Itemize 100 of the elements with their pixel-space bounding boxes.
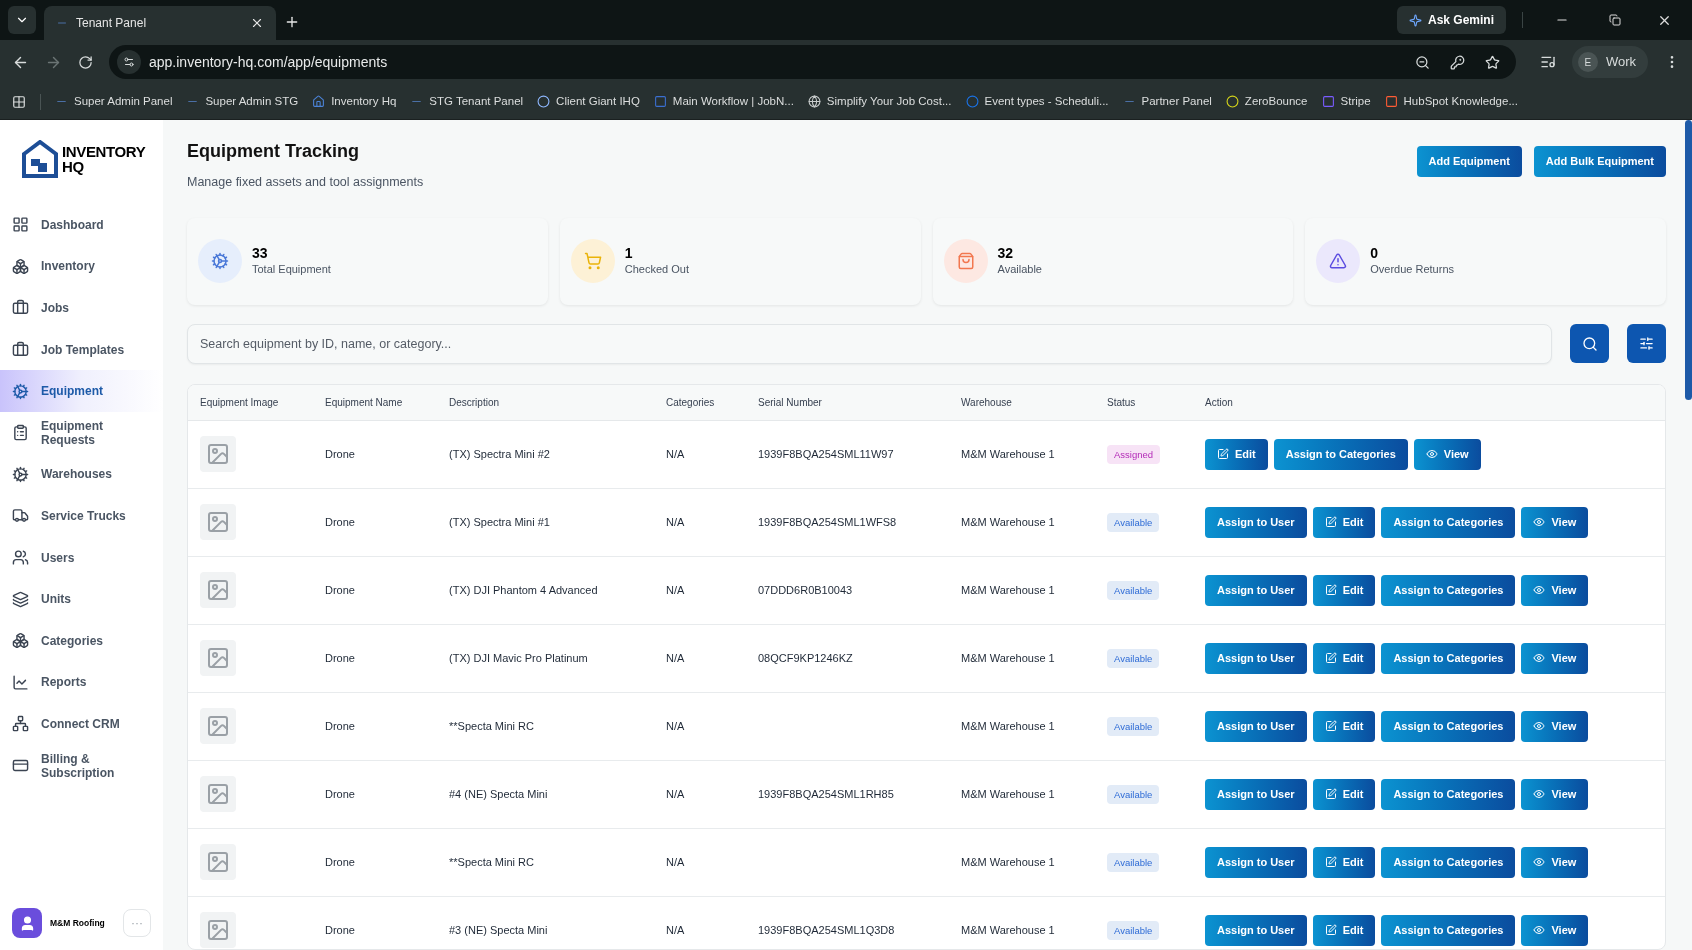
bookmark[interactable]: Partner Panel — [1122, 92, 1212, 111]
edit-button[interactable]: Edit — [1312, 574, 1376, 606]
circle-icon — [1225, 95, 1239, 108]
view-button[interactable]: View — [1413, 438, 1481, 470]
nav-item[interactable]: Equipment Requests — [0, 411, 163, 454]
view-button[interactable]: View — [1521, 710, 1589, 742]
bookmark[interactable]: Inventory Hq — [312, 92, 397, 111]
add-bulk-equipment-button[interactable]: Add Bulk Equipment — [1533, 146, 1666, 177]
table-cell-text: Drone — [325, 923, 356, 938]
square-icon — [1384, 95, 1398, 108]
credit-card-icon — [12, 757, 29, 774]
nav-item[interactable]: Jobs — [0, 287, 163, 329]
add-equipment-button[interactable]: Add Equipment — [1416, 146, 1522, 177]
table-cell-text: Drone — [325, 651, 356, 666]
edit-button[interactable]: Edit — [1312, 846, 1376, 878]
address-bar[interactable]: app.inventory-hq.com/app/equipments — [109, 45, 1516, 79]
close-icon[interactable] — [250, 16, 264, 30]
key-icon[interactable] — [1449, 54, 1465, 70]
table-cell-text: N/A — [666, 787, 686, 802]
layers-icon — [12, 590, 29, 608]
status-badge: Available — [1107, 853, 1160, 872]
edit-button[interactable]: Edit — [1312, 778, 1376, 810]
bookmark[interactable]: Super Admin Panel — [55, 92, 173, 111]
new-tab-icon[interactable] — [284, 14, 300, 30]
edit-button[interactable]: Edit — [1312, 710, 1376, 742]
gear-icon — [12, 465, 29, 483]
status-badge: Available — [1107, 649, 1160, 668]
stat-value: 1 — [624, 245, 634, 261]
nav-item[interactable]: Job Templates — [0, 328, 163, 371]
grid-icon — [12, 216, 29, 234]
star-icon[interactable] — [1484, 54, 1500, 70]
bookmark[interactable]: STG Tenant Panel — [410, 92, 524, 111]
column-header: Serial Number — [758, 395, 823, 410]
tab-list-button[interactable] — [8, 6, 36, 34]
assign-categories-button[interactable]: Assign to Categories — [1381, 506, 1516, 538]
assign-user-button[interactable]: Assign to User — [1205, 574, 1307, 606]
nav-item[interactable]: Dashboard — [0, 204, 163, 246]
reload-icon[interactable] — [78, 54, 93, 70]
edit-button[interactable]: Edit — [1312, 642, 1376, 674]
assign-categories-button[interactable]: Assign to Categories — [1381, 642, 1516, 674]
nav-item[interactable]: Warehouses — [0, 453, 163, 496]
column-header: Equipment Image — [200, 395, 280, 410]
chart-icon — [12, 673, 29, 691]
assign-user-button[interactable]: Assign to User — [1205, 914, 1307, 946]
nav-item[interactable]: Service Trucks — [0, 495, 163, 537]
media-icon[interactable] — [1539, 54, 1556, 70]
assign-categories-button[interactable]: Assign to Categories — [1381, 778, 1516, 810]
table-cell-text: #3 (NE) Specta Mini — [449, 923, 549, 938]
browser-tab[interactable]: Tenant Panel — [44, 6, 276, 40]
nav-item[interactable]: Connect CRM — [0, 703, 163, 745]
bookmark[interactable]: Super Admin STG — [186, 92, 299, 111]
assign-user-button[interactable]: Assign to User — [1205, 506, 1307, 538]
scrollbar-thumb[interactable] — [1685, 120, 1692, 400]
search-button[interactable] — [1570, 324, 1609, 364]
tab-title: Tenant Panel — [76, 15, 148, 32]
view-button[interactable]: View — [1521, 506, 1589, 538]
boxes-icon — [12, 257, 29, 275]
assign-user-button[interactable]: Assign to User — [1205, 846, 1307, 878]
view-button[interactable]: View — [1521, 574, 1589, 606]
table-cell-text: M&M Warehouse 1 — [961, 447, 1056, 462]
assign-categories-button[interactable]: Assign to Categories — [1381, 710, 1516, 742]
close-icon[interactable] — [1657, 13, 1672, 28]
ask-gemini-button[interactable]: Ask Gemini — [1396, 6, 1506, 34]
view-button[interactable]: View — [1521, 846, 1589, 878]
assign-user-button[interactable]: Assign to User — [1205, 778, 1307, 810]
bookmark[interactable]: Simplify Your Job Cost... — [807, 92, 952, 111]
nav-item[interactable]: Users — [0, 536, 163, 579]
assign-categories-button[interactable]: Assign to Categories — [1381, 574, 1516, 606]
bookmark[interactable]: Client Giant IHQ — [537, 92, 640, 111]
edit-button[interactable]: Edit — [1312, 506, 1376, 538]
nav-item[interactable]: Billing & Subscription — [0, 744, 163, 787]
column-header: Status — [1107, 395, 1137, 410]
assign-categories-button[interactable]: Assign to Categories — [1381, 846, 1516, 878]
zoom-out-icon[interactable] — [1414, 54, 1430, 70]
nav-item[interactable]: Categories — [0, 619, 163, 662]
bookmark[interactable]: Main Workflow | JobN... — [653, 92, 794, 111]
filter-button[interactable] — [1627, 324, 1666, 364]
nav-item[interactable]: Units — [0, 578, 163, 620]
nav-item[interactable]: Inventory — [0, 245, 163, 288]
table-cell-text: M&M Warehouse 1 — [961, 515, 1056, 530]
assign-categories-button[interactable]: Assign to Categories — [1273, 438, 1408, 470]
profile-button[interactable]: E Work — [1571, 46, 1648, 78]
bookmark[interactable]: ZeroBounce — [1225, 92, 1308, 111]
bookmark[interactable]: Event types - Scheduli... — [965, 92, 1109, 111]
assign-user-button[interactable]: Assign to User — [1205, 642, 1307, 674]
apps-icon[interactable] — [12, 94, 26, 109]
edit-button[interactable]: Edit — [1312, 914, 1376, 946]
nav-item[interactable]: Reports — [0, 661, 163, 704]
site-info-icon[interactable] — [123, 56, 135, 68]
assign-categories-button[interactable]: Assign to Categories — [1381, 914, 1516, 946]
view-button[interactable]: View — [1521, 778, 1589, 810]
restore-icon[interactable] — [1609, 14, 1621, 26]
assign-user-button[interactable]: Assign to User — [1205, 710, 1307, 742]
search-field[interactable]: Search equipment by ID, name, or category... — [187, 323, 1552, 364]
edit-button[interactable]: Edit — [1205, 438, 1268, 470]
view-button[interactable]: View — [1521, 914, 1589, 946]
view-button[interactable]: View — [1521, 642, 1589, 674]
bookmark[interactable]: HubSpot Knowledge... — [1384, 92, 1518, 111]
bookmark[interactable]: Stripe — [1321, 92, 1371, 111]
eye-icon — [1533, 856, 1546, 869]
